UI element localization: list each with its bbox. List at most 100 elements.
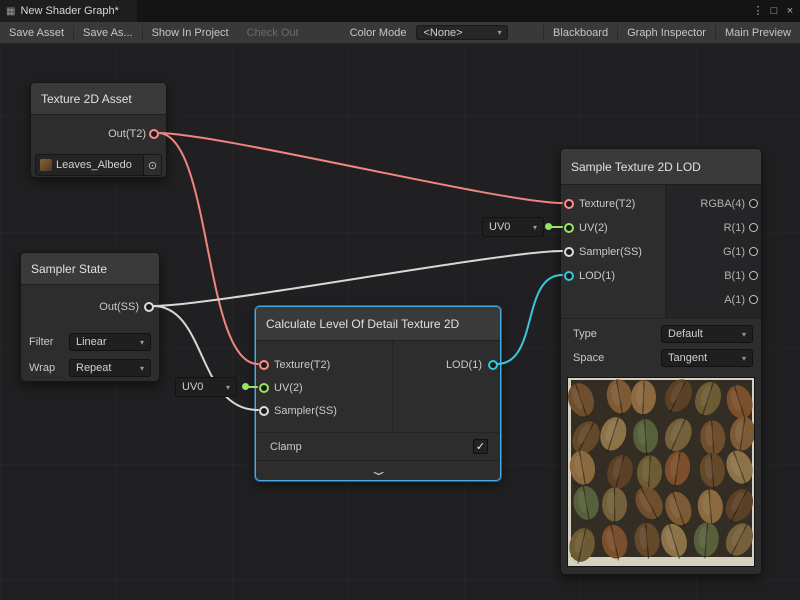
input-column: Texture(T2) UV(2) Sampler(SS) (256, 341, 392, 432)
port-label-texture: Texture(T2) (579, 198, 635, 210)
node-sample-texture-2d-lod[interactable]: Sample Texture 2D LOD Texture(T2) UV(2) … (560, 148, 762, 575)
type-label: Type (573, 328, 661, 340)
texture-object-field[interactable]: Leaves_Albedo ⊙ (35, 154, 162, 176)
node-settings: Type Default ▾ Space Tangent ▾ (561, 318, 761, 373)
color-mode-value: <None> (423, 27, 462, 39)
space-label: Space (573, 352, 661, 364)
chevron-down-icon: ▾ (742, 330, 746, 339)
node-preview-image (567, 377, 755, 567)
uv-port-dot[interactable] (545, 223, 552, 230)
port-label-a: A(1) (724, 294, 745, 306)
sampler-input-port[interactable] (564, 247, 574, 257)
texture-thumbnail-icon (40, 159, 52, 171)
port-row: Out(SS) (21, 285, 159, 329)
sampler-input-port[interactable] (259, 406, 269, 416)
maximize-icon[interactable]: □ (766, 0, 782, 22)
check-icon: ✓ (476, 440, 485, 453)
window-tab[interactable]: ▦ New Shader Graph* (0, 0, 137, 22)
wrap-dropdown[interactable]: Repeat ▾ (69, 359, 151, 377)
window-title: New Shader Graph* (20, 5, 118, 17)
uv-channel-value: UV0 (182, 381, 203, 393)
texture-input-port[interactable] (259, 360, 269, 370)
rgba-output-port[interactable] (749, 199, 758, 208)
chevron-down-icon: ⌄ (368, 464, 389, 476)
color-mode-label: Color Mode (344, 22, 413, 43)
clamp-label: Clamp (270, 441, 302, 453)
port-label-sampler: Sampler(SS) (579, 246, 642, 258)
chevron-down-icon: ▾ (533, 223, 537, 232)
wrap-value: Repeat (76, 362, 111, 374)
filter-dropdown[interactable]: Linear ▾ (69, 333, 151, 351)
save-asset-button[interactable]: Save Asset (0, 22, 73, 43)
port-label-out-t2: Out(T2) (108, 128, 146, 140)
uv-port-dot[interactable] (242, 383, 249, 390)
output-column: LOD(1) (392, 341, 500, 432)
toolbar-right-group: Blackboard Graph Inspector Main Preview (543, 22, 800, 43)
port-label-sampler: Sampler(SS) (274, 405, 337, 417)
a-output-port[interactable] (749, 295, 758, 304)
chevron-down-icon: ▾ (226, 383, 230, 392)
filter-value: Linear (76, 336, 107, 348)
save-as-button[interactable]: Save As... (74, 22, 142, 43)
space-value: Tangent (668, 352, 707, 364)
check-out-button: Check Out (238, 22, 308, 43)
uv-input-port[interactable] (564, 223, 574, 233)
port-label-b: B(1) (724, 270, 745, 282)
lod-output-port[interactable] (488, 360, 498, 370)
port-label-out-ss: Out(SS) (99, 301, 139, 313)
object-picker-icon[interactable]: ⊙ (143, 155, 161, 175)
node-title[interactable]: Sampler State (21, 253, 159, 285)
port-label-uv: UV(2) (579, 222, 608, 234)
node-sampler-state[interactable]: Sampler State Out(SS) Filter Linear ▾ Wr… (20, 252, 160, 382)
uv-channel-dropdown-calc[interactable]: UV0 ▾ (175, 377, 237, 397)
uv-input-port[interactable] (259, 383, 269, 393)
uv-channel-dropdown-sample[interactable]: UV0 ▾ (482, 217, 544, 237)
out-ss-port[interactable] (144, 302, 154, 312)
lod-input-port[interactable] (564, 271, 574, 281)
port-label-lod: LOD(1) (579, 270, 615, 282)
wrap-row: Wrap Repeat ▾ (21, 355, 159, 381)
toolbar: Save Asset Save As... Show In Project Ch… (0, 22, 800, 44)
type-dropdown[interactable]: Default ▾ (661, 325, 753, 343)
out-t2-port[interactable] (149, 129, 159, 139)
node-calculate-lod-texture-2d[interactable]: Calculate Level Of Detail Texture 2D Tex… (255, 306, 501, 481)
chevron-down-icon: ▾ (742, 354, 746, 363)
blackboard-button[interactable]: Blackboard (544, 22, 617, 43)
space-dropdown[interactable]: Tangent ▾ (661, 349, 753, 367)
type-value: Default (668, 328, 703, 340)
input-column: Texture(T2) UV(2) Sampler(SS) LOD(1) (561, 185, 665, 318)
port-label-texture: Texture(T2) (274, 359, 330, 371)
menu-icon[interactable]: ⋮ (750, 0, 766, 22)
color-mode-dropdown[interactable]: <None> ▾ (416, 25, 508, 40)
graph-inspector-button[interactable]: Graph Inspector (618, 22, 715, 43)
chevron-down-icon: ▾ (140, 338, 144, 347)
clamp-row: Clamp ✓ (256, 432, 500, 460)
show-in-project-button[interactable]: Show In Project (143, 22, 238, 43)
node-title[interactable]: Sample Texture 2D LOD (561, 149, 761, 185)
texture-asset-name: Leaves_Albedo (56, 159, 143, 171)
shader-graph-window: ▦ New Shader Graph* ⋮ □ × Save Asset Sav… (0, 0, 800, 600)
chevron-down-icon: ▾ (140, 364, 144, 373)
g-output-port[interactable] (749, 247, 758, 256)
node-texture-2d-asset[interactable]: Texture 2D Asset Out(T2) Leaves_Albedo ⊙ (30, 82, 167, 178)
output-column: RGBA(4) R(1) G(1) B(1) A(1) (665, 185, 761, 318)
b-output-port[interactable] (749, 271, 758, 280)
node-title[interactable]: Calculate Level Of Detail Texture 2D (256, 307, 500, 341)
node-title[interactable]: Texture 2D Asset (31, 83, 166, 115)
r-output-port[interactable] (749, 223, 758, 232)
port-label-uv: UV(2) (274, 382, 303, 394)
wrap-label: Wrap (29, 362, 69, 374)
close-icon[interactable]: × (782, 0, 798, 22)
collapse-control[interactable]: ⌄ (256, 460, 500, 480)
leaves-texture-preview (568, 378, 755, 566)
clamp-checkbox[interactable]: ✓ (473, 439, 488, 454)
port-row: Out(T2) (31, 115, 166, 153)
port-label-lod: LOD(1) (446, 359, 482, 371)
chevron-down-icon: ▾ (497, 28, 501, 37)
filter-row: Filter Linear ▾ (21, 329, 159, 355)
shader-graph-icon: ▦ (6, 6, 15, 17)
port-label-r: R(1) (724, 222, 745, 234)
texture-input-port[interactable] (564, 199, 574, 209)
main-preview-button[interactable]: Main Preview (716, 22, 800, 43)
window-controls: ⋮ □ × (750, 0, 800, 22)
